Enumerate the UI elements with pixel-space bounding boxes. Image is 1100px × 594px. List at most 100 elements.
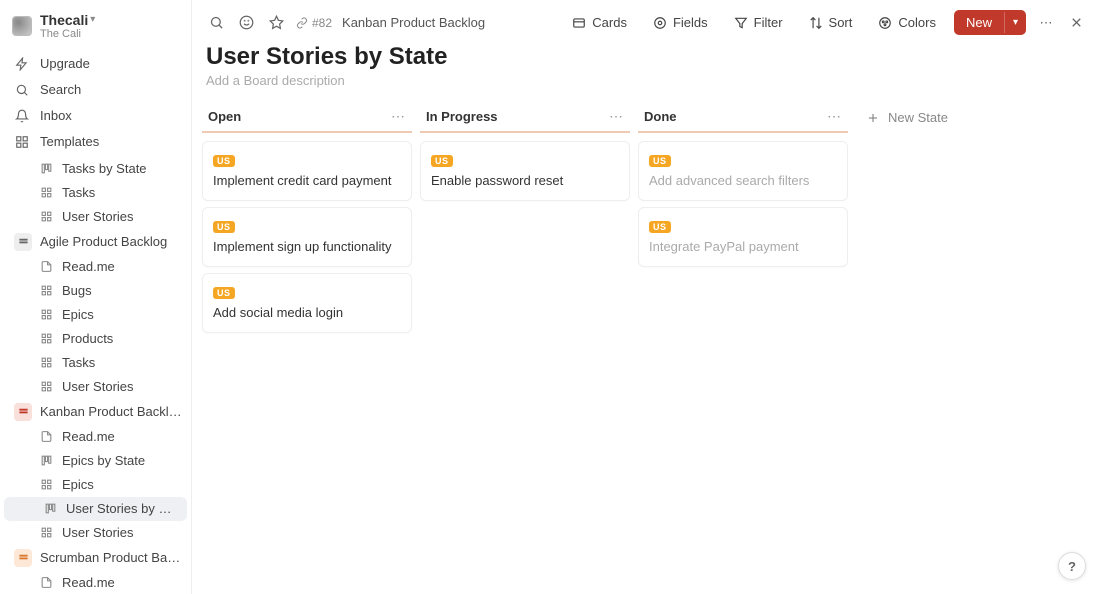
new-button-group: New ▾: [954, 10, 1026, 35]
close-button[interactable]: [1066, 13, 1086, 33]
workspace-avatar: [12, 16, 32, 36]
page-header: User Stories by State Add a Board descri…: [192, 39, 1100, 96]
topbar: #82 Kanban Product Backlog Cards Fields …: [192, 0, 1100, 39]
new-state-button[interactable]: New State: [856, 104, 958, 131]
folder-icon: [14, 549, 32, 567]
search-button[interactable]: [206, 13, 226, 33]
kanban-card[interactable]: USAdd advanced search filters: [638, 141, 848, 201]
sidebar: Thecali ▾ The Cali Upgrade Search Inbox …: [0, 0, 192, 594]
page-description-placeholder[interactable]: Add a Board description: [206, 73, 1086, 88]
workspace-name: Thecali: [40, 12, 88, 28]
tree-item[interactable]: Bugs: [0, 279, 191, 303]
tree-item[interactable]: Epics by State: [0, 449, 191, 473]
column-header: Done ⋯: [638, 104, 848, 133]
column-title[interactable]: Done: [644, 109, 677, 124]
sort-button[interactable]: Sort: [801, 11, 861, 34]
column-title[interactable]: Open: [208, 109, 241, 124]
nav-label: Inbox: [40, 108, 72, 123]
workspace-subtitle: The Cali: [40, 28, 95, 41]
column-menu-button[interactable]: ⋯: [827, 108, 842, 125]
tree-item[interactable]: Epics: [0, 303, 191, 327]
tree-item[interactable]: Tasks by State: [0, 157, 191, 181]
tree-item-label: Epics by State: [62, 453, 145, 468]
card-tag: US: [213, 221, 235, 233]
card-title: Add advanced search filters: [649, 173, 837, 188]
nav-label: Templates: [40, 134, 99, 149]
tree-item[interactable]: Read.me: [0, 425, 191, 449]
tree-folder[interactable]: Agile Product Backlog: [0, 229, 191, 255]
column-title[interactable]: In Progress: [426, 109, 498, 124]
colors-icon: [878, 16, 892, 30]
new-state-label: New State: [888, 110, 948, 125]
templates-icon: [14, 134, 30, 150]
tree-item-label: Tasks by State: [62, 161, 147, 176]
tree-item[interactable]: Epics: [0, 473, 191, 497]
tree-item[interactable]: User Stories: [0, 205, 191, 229]
grid-icon: [38, 355, 54, 371]
tree-item-label: User Stories: [62, 379, 134, 394]
grid-icon: [38, 477, 54, 493]
tree-folder[interactable]: Scrumban Product Backlo…: [0, 545, 191, 571]
tree-item[interactable]: Read.me: [0, 255, 191, 279]
tree-item-label: Tasks: [62, 185, 95, 200]
button-label: Filter: [754, 15, 783, 30]
nav-templates[interactable]: Templates: [0, 129, 191, 155]
kanban-card[interactable]: US Implement sign up functionality: [202, 207, 412, 267]
tree-item[interactable]: Read.me: [0, 571, 191, 594]
tree-item-label: Epics: [62, 307, 94, 322]
new-dropdown-button[interactable]: ▾: [1004, 12, 1026, 33]
column-menu-button[interactable]: ⋯: [609, 108, 624, 125]
tree-item[interactable]: User Stories: [0, 375, 191, 399]
card-tag: US: [431, 155, 453, 167]
tree-item-label: Read.me: [62, 259, 115, 274]
tree-item-label: Scrumban Product Backlo…: [40, 550, 183, 565]
bell-icon: [14, 108, 30, 124]
nav-upgrade[interactable]: Upgrade: [0, 51, 191, 77]
nav-inbox[interactable]: Inbox: [0, 103, 191, 129]
tree-item[interactable]: Tasks: [0, 351, 191, 375]
kanban-card[interactable]: USImplement credit card payment: [202, 141, 412, 201]
page-title[interactable]: User Stories by State: [206, 43, 1086, 71]
board-icon: [42, 501, 58, 517]
help-button[interactable]: ?: [1058, 552, 1086, 580]
sort-icon: [809, 16, 823, 30]
nav-label: Upgrade: [40, 56, 90, 71]
tree-folder[interactable]: Kanban Product Backlog: [0, 399, 191, 425]
grid-icon: [38, 185, 54, 201]
card-title: Implement credit card payment: [213, 173, 401, 188]
tree-item[interactable]: Products: [0, 327, 191, 351]
board-column: Done ⋯ USAdd advanced search filtersUSInte…: [638, 104, 848, 273]
filter-button[interactable]: Filter: [726, 11, 791, 34]
note-icon: [38, 575, 54, 591]
kanban-card[interactable]: USIntegrate PayPal payment: [638, 207, 848, 267]
colors-button[interactable]: Colors: [870, 11, 944, 34]
tree-item[interactable]: User Stories: [0, 521, 191, 545]
tree-item-label: Agile Product Backlog: [40, 234, 167, 249]
kanban-card[interactable]: USAdd social media login: [202, 273, 412, 333]
chevron-down-icon: ▾: [90, 14, 95, 26]
workspace-switcher[interactable]: Thecali ▾ The Cali: [0, 8, 191, 49]
column-header: In Progress ⋯: [420, 104, 630, 133]
grid-icon: [38, 331, 54, 347]
nav-search[interactable]: Search: [0, 77, 191, 103]
sidebar-nav: Upgrade Search Inbox Templates: [0, 49, 191, 157]
new-button[interactable]: New: [954, 10, 1004, 35]
more-button[interactable]: ⋯: [1036, 13, 1056, 33]
entity-link[interactable]: #82: [296, 16, 332, 30]
kanban-board: Open⋯USImplement credit card paymentUSIm…: [192, 96, 1100, 594]
emoji-button[interactable]: [236, 13, 256, 33]
tree-item-label: Tasks: [62, 355, 95, 370]
view-cards-button[interactable]: Cards: [564, 11, 635, 34]
card-title: Implement sign up functionality: [213, 239, 401, 254]
breadcrumb[interactable]: Kanban Product Backlog: [342, 15, 485, 30]
kanban-card[interactable]: USEnable password reset: [420, 141, 630, 201]
tree-item[interactable]: Tasks: [0, 181, 191, 205]
tree-item[interactable]: User Stories by State: [4, 497, 187, 521]
card-title: Integrate PayPal payment: [649, 239, 837, 254]
tree-item-label: Read.me: [62, 575, 115, 590]
fields-button[interactable]: Fields: [645, 11, 716, 34]
grid-icon: [38, 283, 54, 299]
star-button[interactable]: [266, 13, 286, 33]
grid-icon: [38, 307, 54, 323]
column-menu-button[interactable]: ⋯: [391, 108, 406, 125]
